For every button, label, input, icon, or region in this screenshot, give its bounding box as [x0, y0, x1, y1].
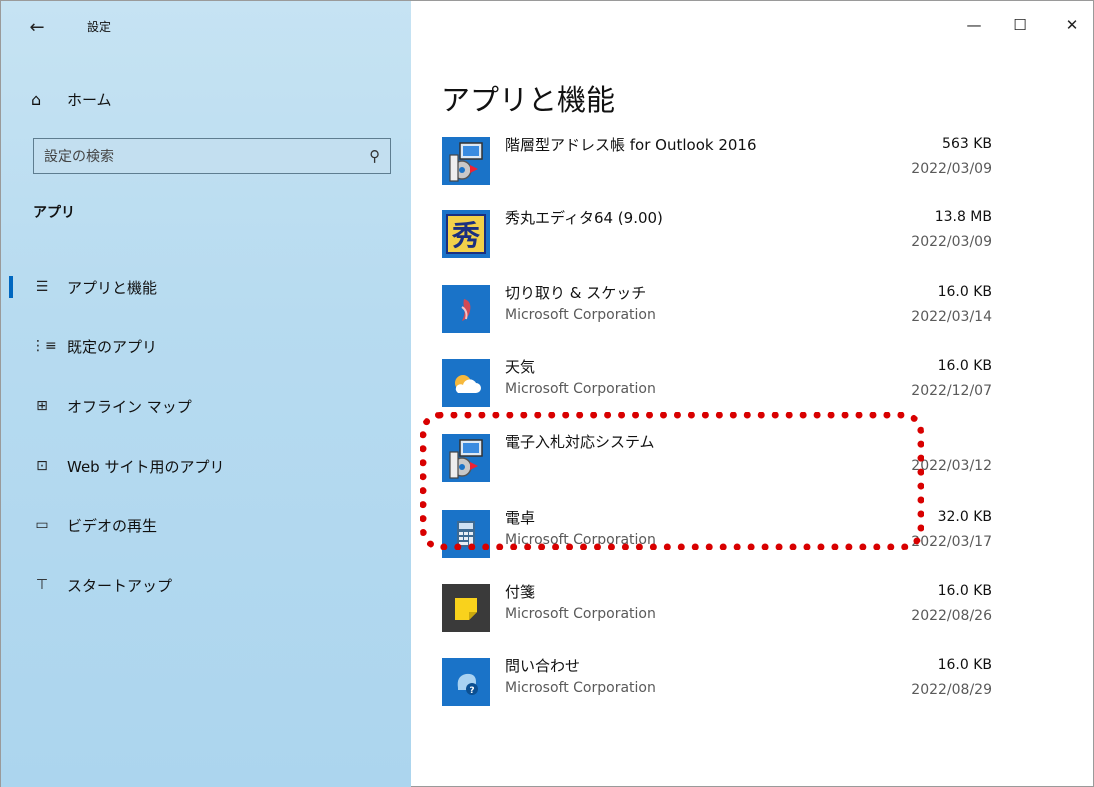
app-size: 16.0 KB: [937, 657, 992, 673]
app-list-item[interactable]: ? 問い合わせ Microsoft Corporation 16.0 KB 20…: [441, 655, 996, 729]
app-name: 切り取り & スケッチ: [505, 284, 647, 302]
section-heading: アプリ: [33, 205, 75, 221]
app-install-date: 2022/03/17: [911, 534, 992, 550]
sidebar-item-home[interactable]: ⌂ ホーム: [31, 87, 112, 111]
app-list-item[interactable]: 秀 秀丸エディタ64 (9.00) 13.8 MB 2022/03/09: [441, 207, 996, 281]
sidebar-item-default-apps[interactable]: ⋮≡ 既定のアプリ: [1, 326, 411, 366]
app-name: 秀丸エディタ64 (9.00): [505, 209, 663, 227]
get-help-icon: ?: [441, 657, 491, 707]
app-name: 階層型アドレス帳 for Outlook 2016: [505, 136, 757, 154]
sidebar-item-label: 既定のアプリ: [67, 337, 158, 356]
app-publisher: Microsoft Corporation: [505, 606, 656, 622]
minimize-button[interactable]: —: [951, 9, 997, 41]
window-title: 設定: [87, 20, 112, 34]
sidebar-item-startup[interactable]: ⊤ スタートアップ: [1, 565, 411, 605]
search-placeholder: 設定の検索: [44, 149, 114, 165]
app-publisher: Microsoft Corporation: [505, 532, 656, 548]
sidebar-item-offline-maps[interactable]: ⊞ オフライン マップ: [1, 386, 411, 426]
app-name: 電子入札対応システム: [505, 433, 655, 451]
app-install-date: 2022/12/07: [911, 383, 992, 399]
app-name: 付箋: [505, 583, 536, 601]
app-list-item[interactable]: 電子入札対応システム 2022/03/12: [441, 431, 996, 505]
help-glyph: ?: [469, 686, 474, 696]
app-install-date: 2022/08/29: [911, 682, 992, 698]
minimize-icon: —: [966, 16, 982, 34]
app-list-item[interactable]: 電卓 Microsoft Corporation 32.0 KB 2022/03…: [441, 507, 996, 581]
search-input[interactable]: 設定の検索 ⚲: [33, 138, 391, 174]
close-button[interactable]: ✕: [1049, 9, 1094, 41]
app-list-item[interactable]: 付箋 Microsoft Corporation 16.0 KB 2022/08…: [441, 581, 996, 655]
app-install-date: 2022/03/09: [911, 161, 992, 177]
sidebar-item-label: ビデオの再生: [67, 516, 158, 535]
app-publisher: Microsoft Corporation: [505, 680, 656, 696]
sidebar-item-label: スタートアップ: [67, 576, 173, 595]
settings-window: ← 設定 ⌂ ホーム 設定の検索 ⚲ アプリ ☰ アプリと機能 ⋮≡ 既定のアプ…: [0, 0, 1094, 787]
apps-for-websites-icon: ⊡: [36, 458, 48, 474]
hidemaru-icon: 秀: [441, 209, 491, 259]
weather-icon: [441, 358, 491, 408]
sidebar-item-label: アプリと機能: [67, 278, 158, 297]
video-playback-icon: ▭: [35, 517, 49, 533]
home-label: ホーム: [67, 90, 112, 109]
search-icon: ⚲: [369, 147, 380, 165]
close-icon: ✕: [1065, 16, 1079, 34]
app-list-item[interactable]: 階層型アドレス帳 for Outlook 2016 563 KB 2022/03…: [441, 134, 996, 208]
sidebar-item-video-playback[interactable]: ▭ ビデオの再生: [1, 505, 411, 545]
maximize-button[interactable]: ☐: [997, 9, 1043, 41]
app-install-date: 2022/03/12: [911, 458, 992, 474]
app-name: 電卓: [505, 509, 536, 527]
apps-features-icon: ☰: [35, 279, 49, 295]
app-install-date: 2022/03/14: [911, 309, 992, 325]
app-size: 16.0 KB: [937, 358, 992, 374]
home-icon: ⌂: [31, 89, 42, 109]
app-name: 問い合わせ: [505, 657, 581, 675]
sticky-notes-icon: [441, 583, 491, 633]
app-install-date: 2022/03/09: [911, 234, 992, 250]
app-publisher: Microsoft Corporation: [505, 307, 656, 323]
maximize-icon: ☐: [1013, 16, 1027, 34]
app-size: 13.8 MB: [934, 209, 992, 225]
app-size: 16.0 KB: [937, 583, 992, 599]
snip-sketch-icon: [441, 284, 491, 334]
sidebar-item-apps-features[interactable]: ☰ アプリと機能: [1, 267, 411, 307]
app-size: 32.0 KB: [937, 509, 992, 525]
startup-icon: ⊤: [35, 577, 49, 593]
hidemaru-glyph: 秀: [451, 219, 480, 252]
app-install-date: 2022/08/26: [911, 608, 992, 624]
app-publisher: Microsoft Corporation: [505, 381, 656, 397]
installer-icon: [441, 433, 491, 483]
back-arrow-icon: ←: [29, 16, 45, 38]
app-size: 563 KB: [942, 136, 992, 152]
app-name: 天気: [505, 358, 536, 376]
offline-maps-icon: ⊞: [36, 398, 48, 414]
back-button[interactable]: ←: [23, 13, 51, 41]
app-size: 16.0 KB: [937, 284, 992, 300]
default-apps-icon: ⋮≡: [31, 338, 57, 354]
app-list-item[interactable]: 天気 Microsoft Corporation 16.0 KB 2022/12…: [441, 356, 996, 430]
sidebar-item-apps-for-websites[interactable]: ⊡ Web サイト用のアプリ: [1, 446, 411, 486]
calculator-icon: [441, 509, 491, 559]
page-title: アプリと機能: [441, 83, 616, 117]
sidebar-item-label: オフライン マップ: [67, 397, 192, 416]
installer-icon: [441, 136, 491, 186]
sidebar: ← 設定 ⌂ ホーム 設定の検索 ⚲ アプリ ☰ アプリと機能 ⋮≡ 既定のアプ…: [1, 1, 411, 787]
app-list-item[interactable]: 切り取り & スケッチ Microsoft Corporation 16.0 K…: [441, 282, 996, 356]
sidebar-item-label: Web サイト用のアプリ: [67, 457, 225, 476]
